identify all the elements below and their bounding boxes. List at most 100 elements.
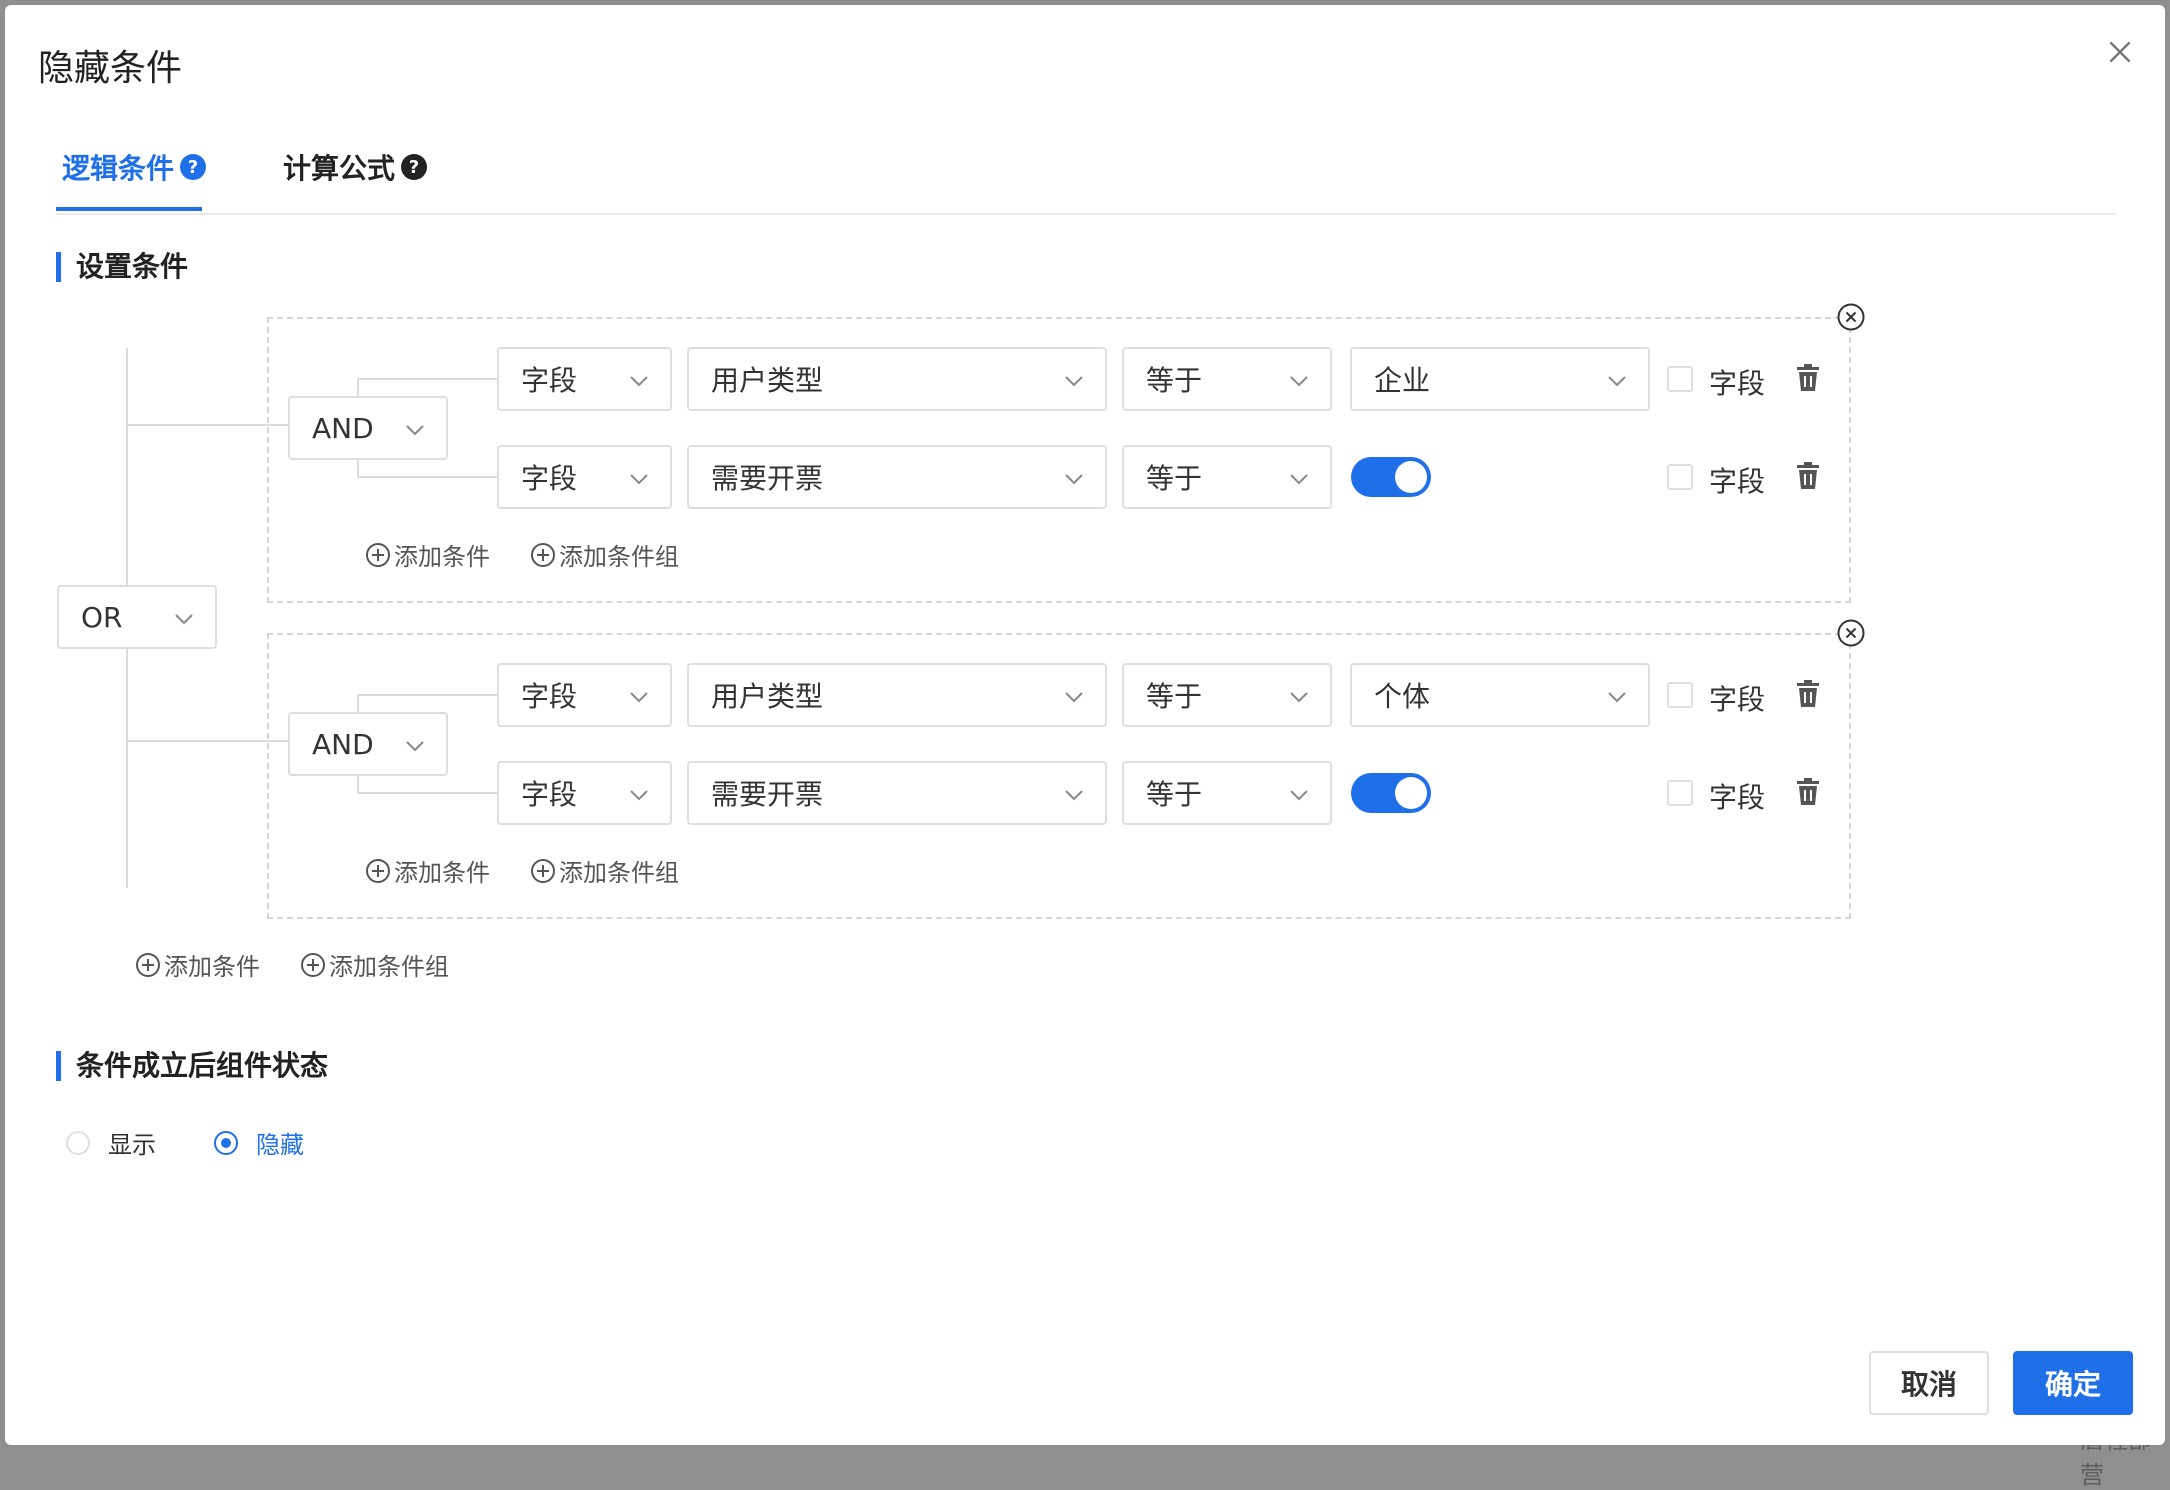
- operator-select[interactable]: 等于: [1122, 347, 1332, 411]
- tab-bar: 逻辑条件 ? 计算公式 ?: [56, 133, 2116, 215]
- radio-show[interactable]: 显示: [66, 1125, 156, 1160]
- tree-line: [357, 378, 500, 380]
- value-switch[interactable]: [1351, 457, 1431, 497]
- active-tab-indicator: [56, 207, 202, 211]
- select-value: 等于: [1146, 680, 1203, 713]
- cancel-button[interactable]: 取消: [1869, 1351, 1989, 1415]
- condition-type-select[interactable]: 字段: [497, 663, 672, 727]
- add-condition-group-button[interactable]: 添加条件组: [530, 853, 679, 888]
- tab-formula[interactable]: 计算公式 ?: [283, 147, 428, 187]
- chevron-down-icon: [406, 741, 424, 752]
- add-condition-group-label: 添加条件组: [559, 543, 679, 571]
- chevron-down-icon: [1290, 376, 1308, 387]
- select-value: 个体: [1374, 680, 1431, 713]
- close-circle-icon[interactable]: [1836, 618, 1866, 648]
- chevron-down-icon: [1290, 790, 1308, 801]
- help-icon[interactable]: ?: [180, 154, 207, 180]
- chevron-down-icon: [630, 376, 648, 387]
- field-mode-checkbox[interactable]: [1667, 682, 1693, 708]
- trash-icon[interactable]: [1795, 680, 1821, 708]
- field-mode-label: 字段: [1709, 781, 1766, 814]
- plus-circle-icon: [136, 952, 160, 977]
- root-operator-select[interactable]: OR: [57, 585, 217, 649]
- field-mode-checkbox[interactable]: [1667, 366, 1693, 392]
- condition-type-select[interactable]: 字段: [497, 761, 672, 825]
- tree-line: [126, 424, 290, 426]
- radio-hide[interactable]: 隐藏: [214, 1125, 304, 1160]
- field-mode-checkbox[interactable]: [1667, 780, 1693, 806]
- field-select[interactable]: 需要开票: [687, 445, 1107, 509]
- close-icon[interactable]: [2105, 37, 2135, 67]
- dialog-title: 隐藏条件: [38, 48, 183, 89]
- select-value: 用户类型: [711, 680, 824, 713]
- select-value: AND: [312, 411, 374, 445]
- chevron-down-icon: [630, 692, 648, 703]
- confirm-button[interactable]: 确定: [2013, 1351, 2133, 1415]
- add-condition-group-label: 添加条件组: [329, 953, 449, 981]
- select-value: AND: [312, 727, 374, 761]
- select-value: 等于: [1146, 364, 1203, 397]
- tree-line: [357, 792, 500, 794]
- trash-icon[interactable]: [1795, 462, 1821, 490]
- radio-label: 隐藏: [256, 1131, 304, 1159]
- add-condition-button[interactable]: 添加条件: [365, 853, 490, 888]
- chevron-down-icon: [175, 614, 193, 625]
- field-select[interactable]: 需要开票: [687, 761, 1107, 825]
- field-mode-label: 字段: [1709, 683, 1766, 716]
- field-select[interactable]: 用户类型: [687, 663, 1107, 727]
- add-condition-group-label: 添加条件组: [559, 859, 679, 887]
- hide-condition-dialog: 隐藏条件 逻辑条件 ? 计算公式 ? 设置条件 OR AND 字段 用户类型 等…: [5, 5, 2165, 1445]
- close-circle-icon[interactable]: [1836, 302, 1866, 332]
- plus-circle-icon: [366, 858, 390, 883]
- chevron-down-icon: [1065, 790, 1083, 801]
- group-operator-select[interactable]: AND: [288, 396, 448, 460]
- value-select[interactable]: 个体: [1350, 663, 1650, 727]
- tab-label: 计算公式: [283, 152, 396, 185]
- root-add-condition-button[interactable]: 添加条件: [135, 947, 260, 982]
- select-value: 用户类型: [711, 364, 824, 397]
- help-icon[interactable]: ?: [401, 154, 428, 180]
- select-value: 字段: [521, 778, 578, 811]
- add-condition-group-button[interactable]: 添加条件组: [530, 537, 679, 572]
- plus-circle-icon: [301, 952, 325, 977]
- select-value: 字段: [521, 364, 578, 397]
- section-title-component-state: 条件成立后组件状态: [56, 1051, 328, 1081]
- tree-line: [126, 740, 290, 742]
- field-mode-label: 字段: [1709, 367, 1766, 400]
- chevron-down-icon: [1290, 692, 1308, 703]
- root-add-condition-group-button[interactable]: 添加条件组: [300, 947, 449, 982]
- field-mode-label: 字段: [1709, 465, 1766, 498]
- section-title-set-conditions: 设置条件: [56, 252, 188, 282]
- select-value: 需要开票: [711, 778, 824, 811]
- value-switch[interactable]: [1351, 773, 1431, 813]
- chevron-down-icon: [1608, 376, 1626, 387]
- radio-label: 显示: [108, 1131, 156, 1159]
- value-select[interactable]: 企业: [1350, 347, 1650, 411]
- tab-logic-conditions[interactable]: 逻辑条件 ?: [62, 147, 207, 187]
- chevron-down-icon: [1290, 474, 1308, 485]
- trash-icon[interactable]: [1795, 364, 1821, 392]
- field-mode-checkbox[interactable]: [1667, 464, 1693, 490]
- trash-icon[interactable]: [1795, 778, 1821, 806]
- add-condition-label: 添加条件: [394, 859, 490, 887]
- condition-type-select[interactable]: 字段: [497, 347, 672, 411]
- select-value: OR: [81, 600, 123, 634]
- plus-circle-icon: [531, 542, 555, 567]
- select-value: 企业: [1374, 364, 1431, 397]
- tree-line: [357, 476, 500, 478]
- chevron-down-icon: [1065, 376, 1083, 387]
- chevron-down-icon: [1065, 692, 1083, 703]
- chevron-down-icon: [630, 790, 648, 801]
- add-condition-label: 添加条件: [394, 543, 490, 571]
- chevron-down-icon: [1608, 692, 1626, 703]
- operator-select[interactable]: 等于: [1122, 663, 1332, 727]
- operator-select[interactable]: 等于: [1122, 761, 1332, 825]
- tree-line: [357, 694, 500, 696]
- select-value: 字段: [521, 680, 578, 713]
- add-condition-button[interactable]: 添加条件: [365, 537, 490, 572]
- group-operator-select[interactable]: AND: [288, 712, 448, 776]
- field-select[interactable]: 用户类型: [687, 347, 1107, 411]
- chevron-down-icon: [1065, 474, 1083, 485]
- operator-select[interactable]: 等于: [1122, 445, 1332, 509]
- condition-type-select[interactable]: 字段: [497, 445, 672, 509]
